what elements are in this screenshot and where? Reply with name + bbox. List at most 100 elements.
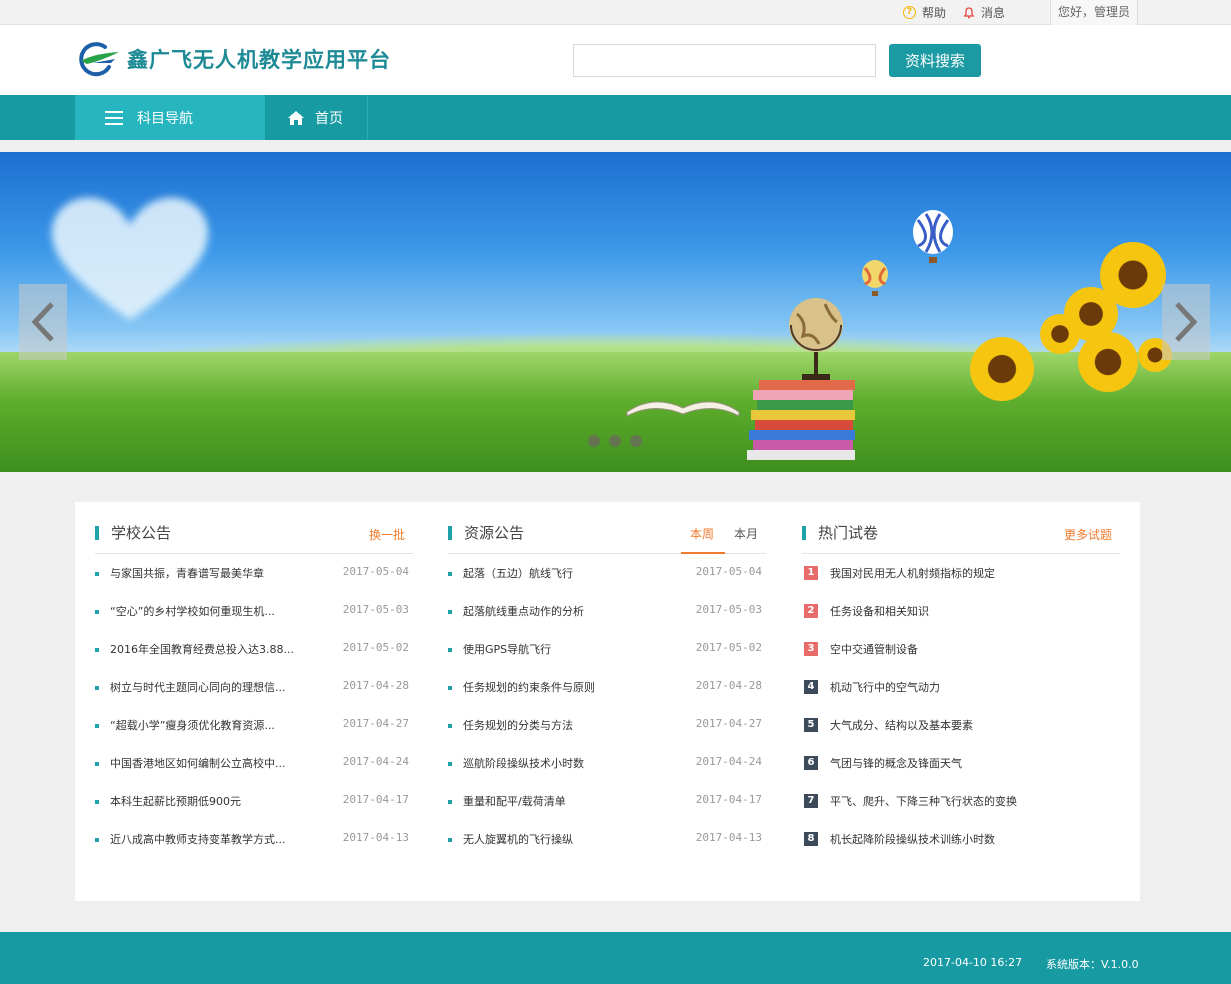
exam-list-item[interactable]: 4 机动飞行中的空气动力 (802, 670, 1120, 708)
exam-list-item[interactable]: 3 空中交通管制设备 (802, 632, 1120, 670)
list-bullet (95, 648, 99, 652)
carousel-dot[interactable] (630, 435, 642, 447)
message-label: 消息 (981, 6, 1006, 20)
site-footer: 2017-04-10 16:27 系统版本：V.1.0.0 (0, 932, 1231, 984)
list-bullet (448, 686, 452, 690)
active-tab-indicator (681, 552, 725, 554)
list-item-title: 任务规划的分类与方法 (463, 719, 573, 732)
nav-home-label: 首页 (315, 110, 343, 127)
exam-list-item[interactable]: 5 大气成分、结构以及基本要素 (802, 708, 1120, 746)
grass-field (0, 352, 1231, 472)
site-logo[interactable]: 鑫广飞无人机教学应用平台 (75, 39, 391, 79)
list-item-title: 中国香港地区如何编制公立高校中... (110, 757, 286, 770)
school-notice-title: 学校公告 (111, 524, 172, 542)
carousel-dot[interactable] (609, 435, 621, 447)
list-item[interactable]: 近八成高中教师支持变革教学方式... 2017-04-13 (95, 822, 413, 860)
carousel-dot[interactable] (588, 435, 600, 447)
list-item[interactable]: 与家国共振，青春谱写最美华章 2017-05-04 (95, 556, 413, 594)
tab-this-month[interactable]: 本月 (734, 525, 758, 542)
list-item-date: 2017-04-28 (695, 679, 762, 692)
site-header: 鑫广飞无人机教学应用平台 资料搜索 (0, 25, 1231, 95)
list-item[interactable]: 巡航阶段操纵技术小时数 2017-04-24 (448, 746, 766, 784)
open-book-image (626, 401, 740, 417)
top-utility-bar: ? 帮助 消息 您好，管理员 (0, 0, 1231, 25)
list-item-title: 使用GPS导航飞行 (463, 643, 552, 656)
exam-title: 任务设备和相关知识 (830, 605, 929, 618)
list-item-date: 2017-05-04 (342, 565, 409, 578)
exam-list-item[interactable]: 7 平飞、爬升、下降三种飞行状态的变换 (802, 784, 1120, 822)
list-item-title: 树立与时代主题同心同向的理想信... (110, 681, 286, 694)
refresh-batch-link[interactable]: 换一批 (369, 526, 405, 543)
list-bullet (448, 648, 452, 652)
heart-cloud-image (51, 197, 209, 320)
list-item[interactable]: 任务规划的分类与方法 2017-04-27 (448, 708, 766, 746)
exam-list-item[interactable]: 6 气团与锋的概念及锋面天气 (802, 746, 1120, 784)
exam-title: 机长起降阶段操纵技术训练小时数 (830, 833, 995, 846)
list-item[interactable]: 使用GPS导航飞行 2017-05-02 (448, 632, 766, 670)
sunflower-image (1078, 332, 1138, 392)
list-bullet (95, 724, 99, 728)
list-item[interactable]: 2016年全国教育经费总投入达3.88... 2017-05-02 (95, 632, 413, 670)
nav-subject-label: 科目导航 (137, 110, 193, 127)
exam-list-item[interactable]: 8 机长起降阶段操纵技术训练小时数 (802, 822, 1120, 860)
list-item-date: 2017-04-13 (342, 831, 409, 844)
list-item-title: 无人旋翼机的飞行操纵 (463, 833, 573, 846)
search-button[interactable]: 资料搜索 (889, 44, 981, 77)
nav-home[interactable]: 首页 (265, 95, 368, 140)
site-title: 鑫广飞无人机教学应用平台 (127, 48, 391, 72)
rank-badge: 7 (804, 794, 818, 808)
carousel-dots (588, 435, 642, 447)
nav-subject-navigation[interactable]: 科目导航 (75, 95, 265, 140)
list-bullet (448, 800, 452, 804)
exam-list-item[interactable]: 1 我国对民用无人机射频指标的规定 (802, 556, 1120, 594)
list-bullet (95, 610, 99, 614)
list-bullet (95, 686, 99, 690)
section-marker (802, 526, 806, 540)
search-input[interactable] (573, 44, 876, 77)
rank-badge: 8 (804, 832, 818, 846)
list-item[interactable]: 中国香港地区如何编制公立高校中... 2017-04-24 (95, 746, 413, 784)
exam-title: 平飞、爬升、下降三种飞行状态的变换 (830, 795, 1017, 808)
bell-icon (963, 6, 975, 18)
list-item[interactable]: “空心”的乡村学校如何重现生机... 2017-05-03 (95, 594, 413, 632)
resource-notice-title: 资源公告 (464, 524, 525, 542)
chevron-right-icon (1175, 302, 1198, 342)
list-item[interactable]: 任务规划的约束条件与原则 2017-04-28 (448, 670, 766, 708)
list-item[interactable]: 无人旋翼机的飞行操纵 2017-04-13 (448, 822, 766, 860)
rank-badge: 4 (804, 680, 818, 694)
list-item-date: 2017-05-03 (342, 603, 409, 616)
list-item[interactable]: 树立与时代主题同心同向的理想信... 2017-04-28 (95, 670, 413, 708)
list-item-title: “空心”的乡村学校如何重现生机... (110, 605, 275, 618)
main-nav: 科目导航 首页 (0, 95, 1231, 140)
list-item[interactable]: 起落航线重点动作的分析 2017-05-03 (448, 594, 766, 632)
help-link[interactable]: ? 帮助 (903, 4, 946, 21)
footer-datetime: 2017-04-10 16:27 (923, 956, 1023, 969)
list-bullet (448, 838, 452, 842)
list-item[interactable]: 起落（五边）航线飞行 2017-05-04 (448, 556, 766, 594)
list-item-title: 2016年全国教育经费总投入达3.88... (110, 643, 294, 656)
exam-list-item[interactable]: 2 任务设备和相关知识 (802, 594, 1120, 632)
user-menu[interactable]: 您好，管理员 (1050, 0, 1138, 25)
list-item-title: 近八成高中教师支持变革教学方式... (110, 833, 286, 846)
banner-next-button[interactable] (1162, 284, 1210, 360)
list-item[interactable]: 本科生起薪比预期低900元 2017-04-17 (95, 784, 413, 822)
list-item-date: 2017-05-02 (695, 641, 762, 654)
list-item[interactable]: “超载小学”瘦身须优化教育资源... 2017-04-27 (95, 708, 413, 746)
rank-badge: 5 (804, 718, 818, 732)
banner-prev-button[interactable] (19, 284, 67, 360)
more-exams-link[interactable]: 更多试题 (1064, 526, 1112, 543)
sunflower-image (970, 337, 1034, 401)
list-item-date: 2017-04-17 (695, 793, 762, 806)
list-item-date: 2017-04-28 (342, 679, 409, 692)
list-item-title: 与家国共振，青春谱写最美华章 (110, 567, 264, 580)
list-item-date: 2017-04-17 (342, 793, 409, 806)
message-link[interactable]: 消息 (963, 4, 1005, 21)
list-item[interactable]: 重量和配平/载荷清单 2017-04-17 (448, 784, 766, 822)
tab-this-week[interactable]: 本周 (690, 525, 714, 542)
rank-badge: 2 (804, 604, 818, 618)
list-item-date: 2017-04-24 (342, 755, 409, 768)
banner-carousel (0, 152, 1231, 472)
exam-title: 空中交通管制设备 (830, 643, 918, 656)
list-item-date: 2017-05-03 (695, 603, 762, 616)
rank-badge: 1 (804, 566, 818, 580)
